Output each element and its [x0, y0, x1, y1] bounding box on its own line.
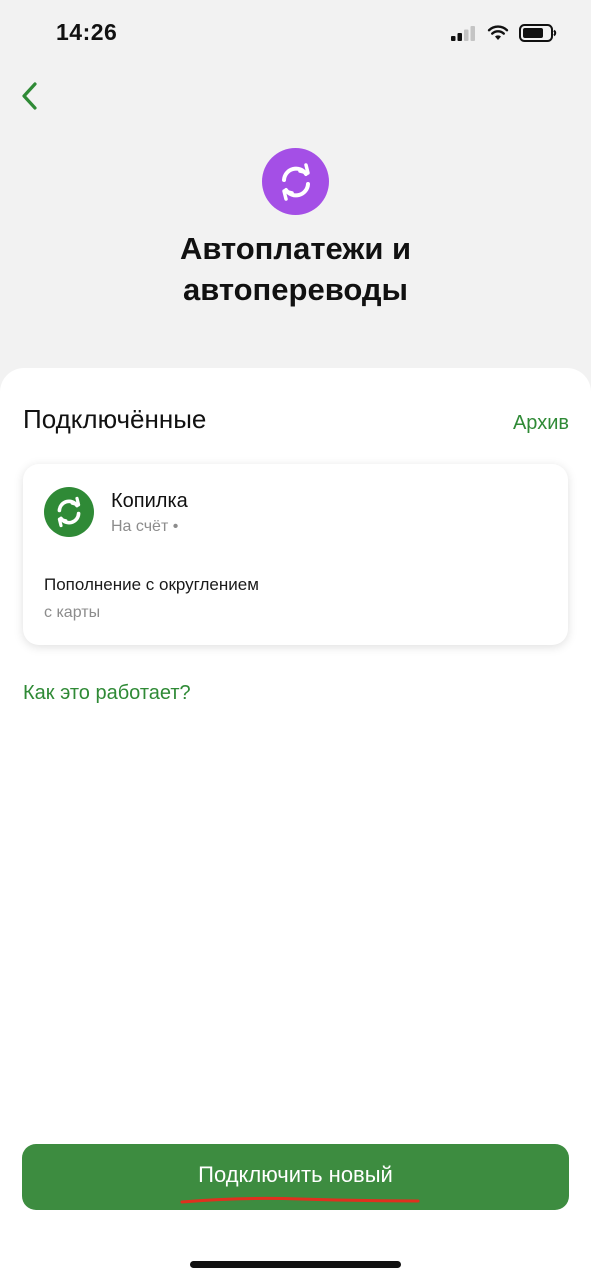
back-chevron-icon — [22, 82, 37, 110]
autopay-card-source: с карты — [44, 604, 101, 621]
home-indicator[interactable] — [190, 1261, 401, 1268]
refresh-icon — [57, 496, 81, 528]
autopay-hero-icon — [262, 148, 329, 215]
status-time: 14:26 — [56, 19, 118, 45]
page-title-text: Автоплатежи и автопереводы — [179, 231, 412, 307]
autopay-card-title: Копилка — [111, 490, 188, 512]
wifi-icon — [487, 25, 509, 40]
battery-icon — [519, 24, 557, 42]
status-bar: 14:26 — [0, 0, 591, 70]
status-icons — [451, 24, 557, 42]
archive-link[interactable]: Архив — [513, 412, 569, 435]
how-it-works-link[interactable]: Как это работает? — [23, 682, 191, 705]
autopay-card-icon — [44, 487, 94, 537]
back-button[interactable] — [10, 74, 50, 118]
autopay-card-subtitle: На счёт • — [111, 518, 179, 535]
page-title: Автоплатежи и автопереводы — [0, 228, 591, 310]
autopay-card[interactable]: Копилка На счёт • Пополнение с округлени… — [23, 464, 568, 645]
connect-new-button-label: Подключить новый — [198, 1162, 393, 1187]
autopay-card-description: Пополнение с округлением — [44, 575, 259, 594]
refresh-icon — [281, 162, 310, 201]
red-underline-annotation — [180, 1196, 420, 1204]
signal-icon — [451, 26, 475, 41]
section-title: Подключённые — [23, 404, 207, 434]
